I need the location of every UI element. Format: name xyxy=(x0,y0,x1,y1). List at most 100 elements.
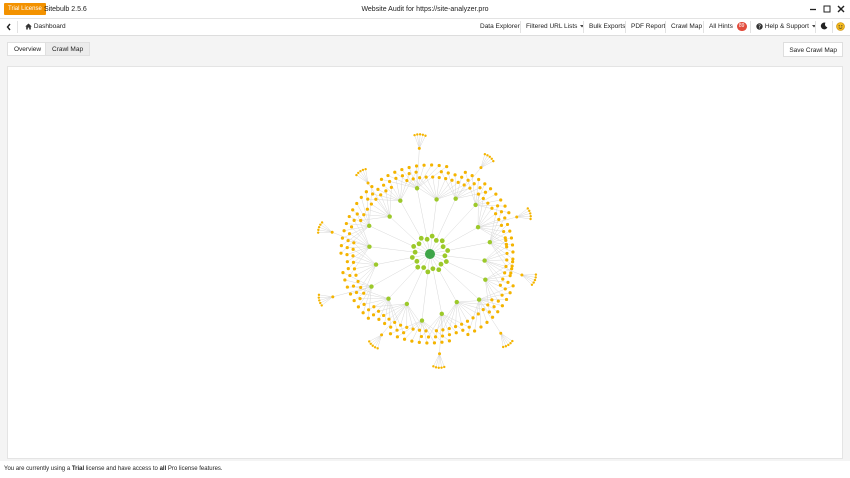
crawl-map-node[interactable] xyxy=(473,329,477,333)
crawl-map-node[interactable] xyxy=(447,339,452,343)
crawl-map-node[interactable] xyxy=(504,345,508,348)
crawl-map-node[interactable] xyxy=(501,277,505,281)
crawl-map-node[interactable] xyxy=(407,165,411,170)
crawl-map-node[interactable] xyxy=(502,229,506,234)
crawl-map-node[interactable] xyxy=(342,229,346,233)
crawl-map-node[interactable] xyxy=(483,190,488,194)
crawl-map-node[interactable] xyxy=(345,285,349,289)
crawl-map-node[interactable] xyxy=(505,251,509,256)
crawl-map-node[interactable] xyxy=(344,221,348,226)
crawl-map-node[interactable] xyxy=(366,181,370,185)
crawl-map-node[interactable] xyxy=(339,251,343,255)
crawl-map-node[interactable] xyxy=(351,247,355,251)
crawl-map-node[interactable] xyxy=(382,313,386,318)
crawl-map-node[interactable] xyxy=(510,264,514,268)
crawl-map-node[interactable] xyxy=(361,168,365,172)
crawl-map-node[interactable] xyxy=(496,299,500,303)
crawl-map-node[interactable] xyxy=(499,210,504,214)
crawl-map-node[interactable] xyxy=(369,202,373,206)
crawl-map-node[interactable] xyxy=(445,248,451,253)
crawl-map-node[interactable] xyxy=(354,273,358,277)
crawl-map-node[interactable] xyxy=(465,319,470,323)
crawl-map-node[interactable] xyxy=(367,223,372,229)
crawl-map-node[interactable] xyxy=(520,273,524,277)
crawl-map-node[interactable] xyxy=(366,308,371,312)
crawl-map-node[interactable] xyxy=(492,305,496,309)
crawl-map-node[interactable] xyxy=(503,216,507,220)
crawl-map-node[interactable] xyxy=(383,321,387,326)
crawl-map-node[interactable] xyxy=(394,176,398,180)
crawl-map-node[interactable] xyxy=(422,163,426,167)
crawl-map-node[interactable] xyxy=(317,296,321,299)
bulk-exports-button[interactable]: Bulk Exports xyxy=(589,19,626,35)
crawl-map-node[interactable] xyxy=(487,310,491,314)
crawl-map-node[interactable] xyxy=(411,327,415,331)
crawl-map-node[interactable] xyxy=(508,229,512,233)
crawl-map-node[interactable] xyxy=(437,163,441,168)
crawl-map-node[interactable] xyxy=(387,317,391,321)
crawl-map-node[interactable] xyxy=(476,192,481,196)
crawl-map-node[interactable] xyxy=(424,175,428,179)
crawl-map-node[interactable] xyxy=(320,304,323,307)
crawl-map-node[interactable] xyxy=(454,299,459,305)
crawl-map-node[interactable] xyxy=(372,305,376,309)
crawl-map-node[interactable] xyxy=(411,177,415,181)
crawl-map-node[interactable] xyxy=(500,293,504,297)
crawl-map-node[interactable] xyxy=(440,334,445,338)
crawl-map-node[interactable] xyxy=(460,322,464,326)
crawl-map-node[interactable] xyxy=(496,310,500,314)
crawl-map-node[interactable] xyxy=(376,347,379,350)
crawl-map-node[interactable] xyxy=(503,287,507,291)
crawl-map-node[interactable] xyxy=(533,278,537,282)
crawl-map-node[interactable] xyxy=(377,317,381,322)
crawl-map-node[interactable] xyxy=(386,296,391,301)
crawl-map-node[interactable] xyxy=(319,301,322,305)
crawl-map-node[interactable] xyxy=(339,244,343,248)
help-support-button[interactable]: ? Help & Support xyxy=(756,19,817,35)
crawl-map-node[interactable] xyxy=(497,217,501,222)
pdf-report-button[interactable]: PDF Report xyxy=(631,19,665,35)
crawl-map-node[interactable] xyxy=(453,325,458,329)
crawl-map-node[interactable] xyxy=(528,209,531,213)
crawl-map-node[interactable] xyxy=(349,225,354,229)
crawl-map-node[interactable] xyxy=(405,325,409,330)
crawl-map-node[interactable] xyxy=(430,163,434,167)
crawl-map-node[interactable] xyxy=(399,323,403,327)
crawl-map-node[interactable] xyxy=(356,279,360,284)
crawl-map-node[interactable] xyxy=(443,259,449,264)
crawl-map-node[interactable] xyxy=(316,231,320,234)
crawl-map-node[interactable] xyxy=(417,340,421,344)
crawl-map-node[interactable] xyxy=(411,244,417,249)
crawl-map-node[interactable] xyxy=(354,290,359,295)
crawl-map-node[interactable] xyxy=(504,242,508,246)
crawl-map-node[interactable] xyxy=(507,211,511,215)
crawl-map-node[interactable] xyxy=(414,258,420,264)
crawl-map-node[interactable] xyxy=(421,265,427,271)
crawl-map-node[interactable] xyxy=(472,182,476,186)
crawl-map-node[interactable] xyxy=(468,186,472,190)
crawl-map-node[interactable] xyxy=(486,154,489,157)
crawl-map-node[interactable] xyxy=(376,187,380,191)
crawl-map-node[interactable] xyxy=(352,218,356,222)
crawl-map-node[interactable] xyxy=(351,284,356,288)
crawl-map-node[interactable] xyxy=(345,253,349,257)
crawl-map-root-node[interactable] xyxy=(425,249,435,259)
crawl-map-node[interactable] xyxy=(454,331,458,335)
back-button[interactable] xyxy=(6,19,12,35)
crawl-map-node[interactable] xyxy=(402,337,407,341)
crawl-map-node[interactable] xyxy=(487,240,493,245)
crawl-map-node[interactable] xyxy=(490,157,493,160)
crawl-map-node[interactable] xyxy=(503,271,507,275)
crawl-map-node[interactable] xyxy=(434,366,438,369)
crawl-map-node[interactable] xyxy=(371,192,375,196)
crawl-map-node[interactable] xyxy=(483,277,488,282)
crawl-map-node[interactable] xyxy=(534,276,537,279)
crawl-map-node[interactable] xyxy=(505,258,509,262)
crawl-map-node[interactable] xyxy=(395,335,400,339)
crawl-map-node[interactable] xyxy=(499,331,503,335)
crawl-map-node[interactable] xyxy=(317,293,321,297)
crawl-map-node[interactable] xyxy=(424,134,427,137)
crawl-map-node[interactable] xyxy=(416,133,419,136)
crawl-map-node[interactable] xyxy=(348,292,353,296)
crawl-map-node[interactable] xyxy=(364,167,367,171)
